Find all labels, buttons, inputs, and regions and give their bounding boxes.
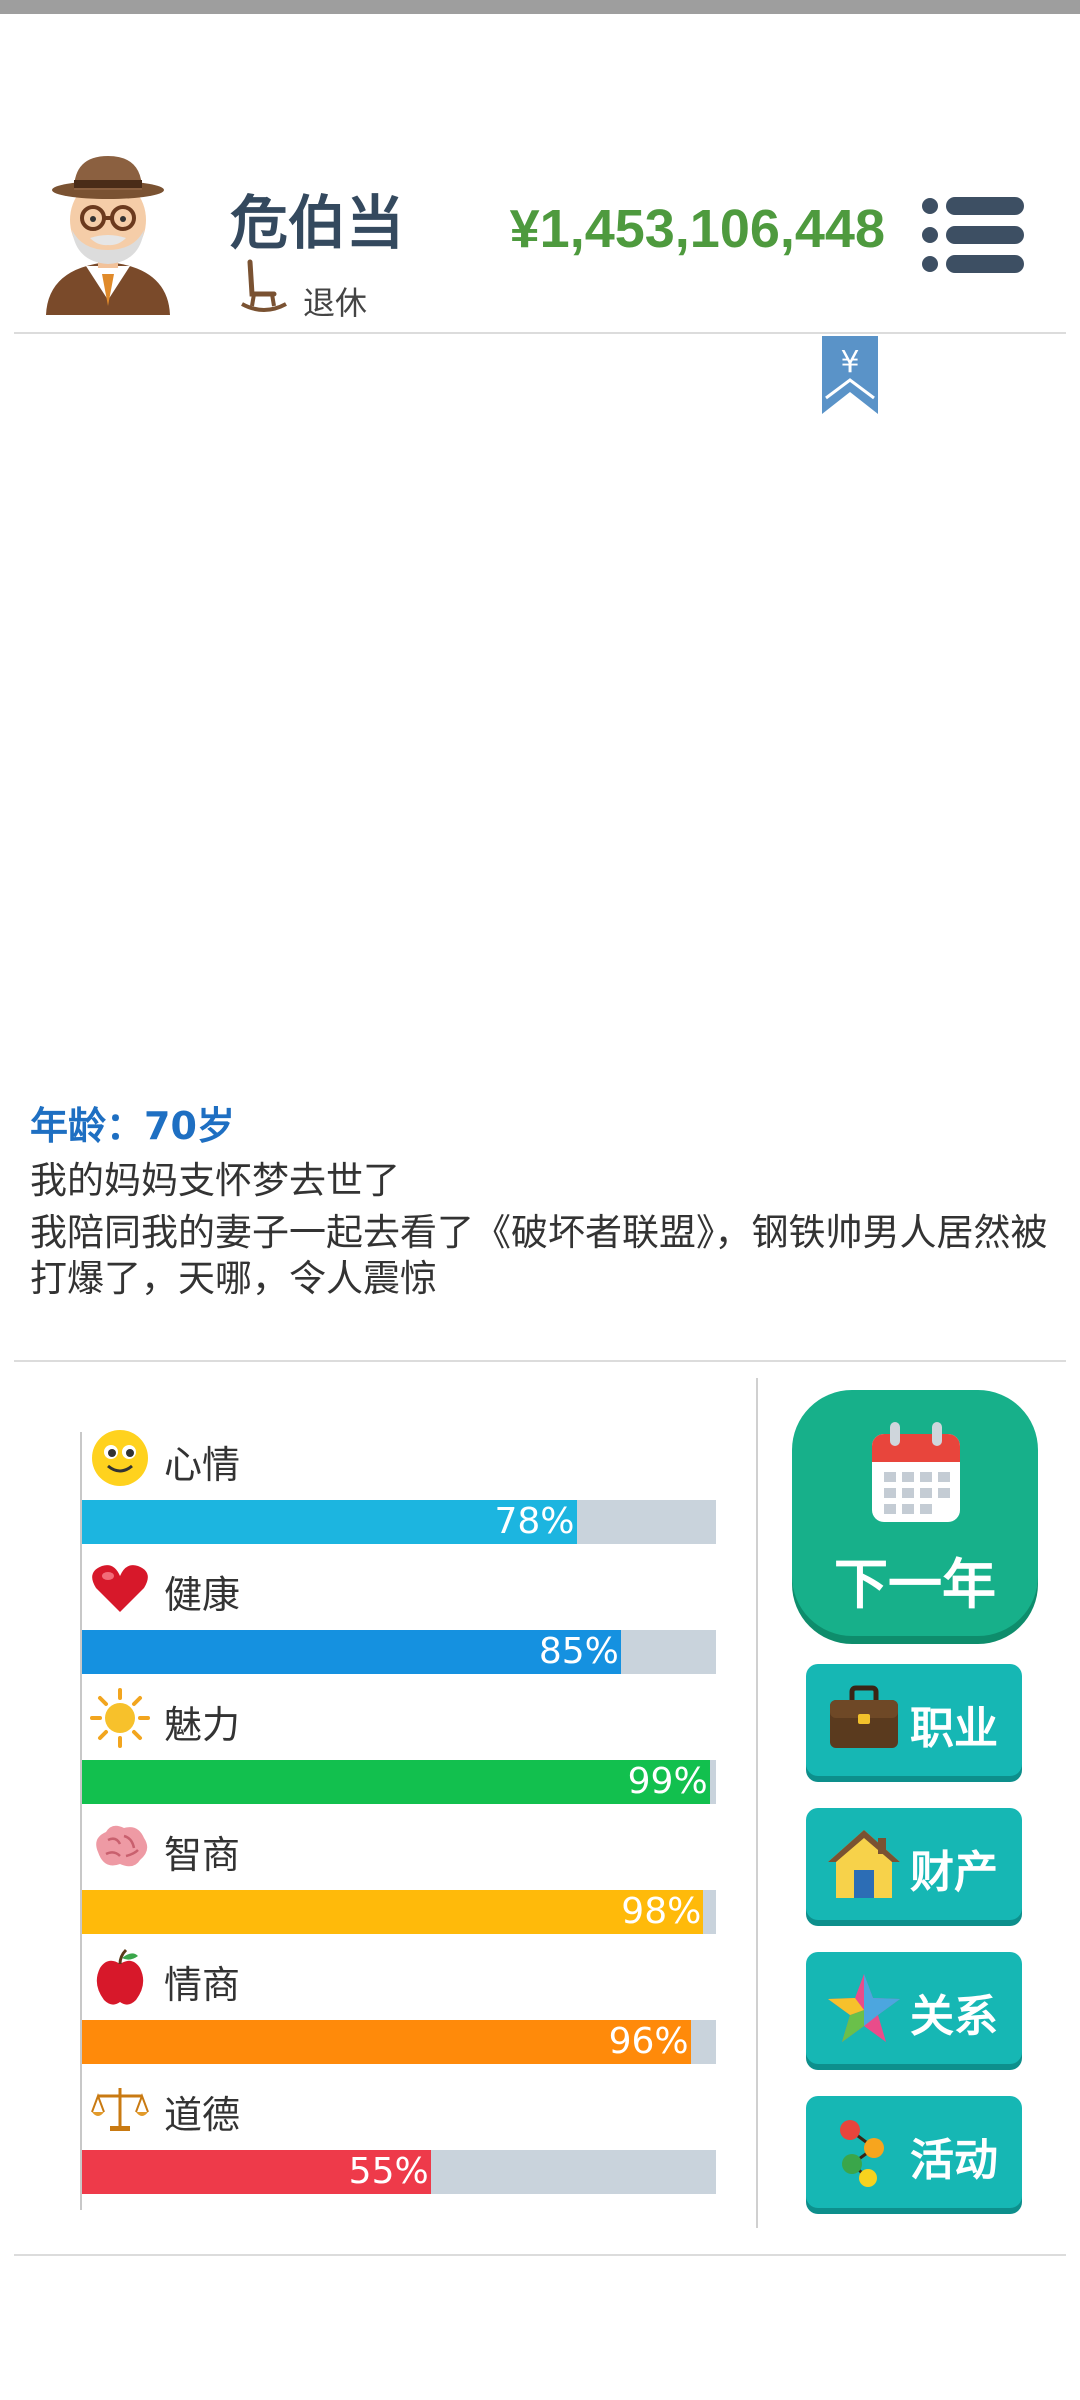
stat-bar-fill: 85% (82, 1630, 621, 1674)
player-name: 危伯当 (230, 189, 405, 257)
event-entry: 我陪同我的妻子一起去看了《破坏者联盟》，钢铁帅男人居然被打爆了，天哪，令人震惊 (30, 1211, 1048, 1300)
stat-label: 情商 (164, 1963, 241, 2007)
stat-label: 智商 (164, 1833, 241, 1877)
event-entry: 我的妈妈支怀梦去世了 (30, 1159, 400, 1202)
stat-bar-fill: 99% (82, 1760, 710, 1804)
stat-percent: 98% (621, 1891, 702, 1932)
stat-row-eq: 情商 96% (82, 1948, 717, 2078)
assets-label: 财产 (910, 1847, 998, 1898)
sun-icon (90, 1688, 150, 1748)
career-button[interactable]: 职业 (806, 1664, 1022, 1776)
stat-percent: 78% (494, 1501, 575, 1542)
stat-label: 魅力 (164, 1703, 241, 1747)
scales-icon (91, 2088, 149, 2131)
menu-icon[interactable] (920, 192, 1026, 278)
stat-row-morality: 道德 55% (82, 2078, 717, 2208)
column-divider (756, 1378, 758, 2228)
house-icon (828, 1830, 900, 1898)
smiley-face-icon (92, 1430, 148, 1486)
star-icon (828, 1974, 900, 2042)
stat-row-mood: 心情 78% (82, 1428, 717, 1558)
avatar[interactable] (38, 150, 178, 320)
money-bookmark-icon[interactable]: ¥ (822, 336, 878, 414)
stat-percent: 96% (608, 2021, 689, 2062)
stat-bar-track: 55% (82, 2150, 716, 2194)
apple-icon (96, 1948, 144, 2005)
header-divider (14, 332, 1066, 334)
stat-bar-track: 78% (82, 1500, 716, 1544)
stat-bar-fill: 96% (82, 2020, 691, 2064)
career-label: 职业 (910, 1703, 998, 1754)
activities-icon (840, 2120, 884, 2187)
stat-bar-track: 99% (82, 1760, 716, 1804)
stat-row-intelligence: 智商 98% (82, 1818, 717, 1948)
stat-row-charm: 魅力 99% (82, 1688, 717, 1818)
relations-button[interactable]: 关系 (806, 1952, 1022, 2064)
stat-percent: 55% (348, 2151, 429, 2192)
next-year-label: 下一年 (834, 1553, 996, 1616)
stat-bar-fill: 78% (82, 1500, 577, 1544)
stat-percent: 99% (627, 1761, 708, 1802)
briefcase-icon (830, 1685, 898, 1748)
stat-label: 健康 (164, 1573, 241, 1617)
event-log: 年龄：70岁 我的妈妈支怀梦去世了 我陪同我的妻子一起去看了《破坏者联盟》，钢铁… (30, 1100, 1050, 1302)
calendar-icon (872, 1422, 960, 1522)
brain-icon (96, 1825, 148, 1867)
status-bar (0, 0, 1080, 14)
stat-label: 心情 (164, 1443, 241, 1487)
assets-button[interactable]: 财产 (806, 1808, 1022, 1920)
relations-label: 关系 (910, 1991, 998, 2042)
stat-bar-fill: 55% (82, 2150, 431, 2194)
stat-bar-track: 98% (82, 1890, 716, 1934)
age-line: 年龄：70岁 (30, 1104, 235, 1148)
stat-percent: 85% (538, 1631, 619, 1672)
occupation-status: 退休 (303, 284, 368, 322)
activities-button[interactable]: 活动 (806, 2096, 1022, 2208)
stat-label: 道德 (164, 2093, 241, 2137)
player-header: 危伯当 退休 ¥1,453,106,448 (0, 140, 1080, 330)
stat-bar-track: 96% (82, 2020, 716, 2064)
section-divider (14, 1360, 1066, 1362)
stat-bar-fill: 98% (82, 1890, 704, 1934)
heart-icon (92, 1565, 148, 1612)
activities-label: 活动 (910, 2135, 998, 2186)
stat-row-health: 健康 85% (82, 1558, 717, 1688)
money-balance: ¥1,453,106,448 (509, 199, 885, 259)
bottom-divider (14, 2254, 1066, 2256)
stat-bar-track: 85% (82, 1630, 716, 1674)
rocking-chair-icon (241, 259, 287, 312)
next-year-button[interactable]: 下一年 (792, 1390, 1038, 1636)
bookmark-symbol: ¥ (840, 345, 859, 380)
